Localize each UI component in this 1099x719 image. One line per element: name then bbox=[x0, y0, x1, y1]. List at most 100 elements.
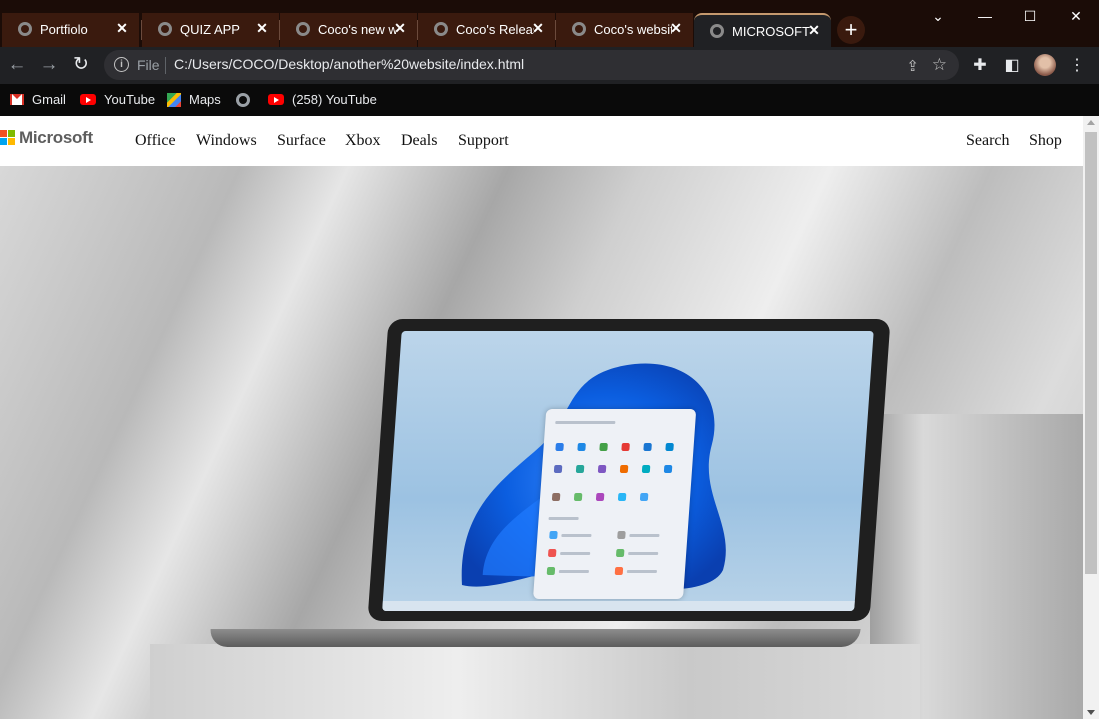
menu-line bbox=[629, 534, 660, 537]
close-tab-icon[interactable]: ✕ bbox=[805, 21, 823, 39]
app-tile bbox=[617, 531, 626, 539]
globe-icon bbox=[710, 24, 724, 38]
app-tile bbox=[595, 493, 605, 501]
tab-microsoft-website[interactable]: MICROSOFT Website ✕ bbox=[694, 13, 831, 49]
close-tab-icon[interactable]: ✕ bbox=[253, 19, 271, 37]
app-tile bbox=[597, 465, 607, 473]
menu-line bbox=[626, 570, 658, 573]
app-tile bbox=[577, 443, 586, 451]
extensions-puzzle-icon[interactable]: ✚ bbox=[970, 55, 990, 75]
side-panel-icon[interactable]: ◧ bbox=[1002, 55, 1022, 75]
share-icon[interactable]: ⇪ bbox=[906, 57, 919, 75]
app-tile bbox=[551, 493, 561, 501]
bookmark-label: Maps bbox=[189, 92, 221, 107]
app-tile bbox=[641, 465, 651, 473]
forward-arrow-icon[interactable]: → bbox=[37, 53, 61, 77]
app-tile bbox=[643, 443, 652, 451]
app-tile bbox=[615, 549, 625, 557]
nav-surface[interactable]: Surface bbox=[277, 132, 326, 150]
maximize-icon[interactable]: ☐ bbox=[1010, 4, 1050, 28]
tab-title: Portfiolo bbox=[40, 22, 88, 37]
page-scrollbar[interactable] bbox=[1083, 116, 1099, 719]
nav-shop[interactable]: Shop bbox=[1029, 132, 1062, 150]
tab-cocos-website[interactable]: Coco's website ✕ bbox=[556, 13, 693, 47]
url-scheme-label: File bbox=[137, 57, 160, 73]
nav-search[interactable]: Search bbox=[966, 132, 1010, 150]
tab-portfolio[interactable]: Portfiolo ✕ bbox=[2, 13, 139, 47]
site-header: Microsoft Office Windows Surface Xbox De… bbox=[0, 116, 1083, 166]
tab-title: Coco's website bbox=[594, 22, 672, 37]
tab-title: Coco's Release bbox=[456, 22, 534, 37]
nav-support[interactable]: Support bbox=[458, 132, 509, 150]
bookmarks-bar: Gmail YouTube Maps (258) YouTube bbox=[0, 84, 1099, 116]
bookmark-maps[interactable]: Maps bbox=[167, 90, 221, 110]
tab-title: MICROSOFT Website bbox=[732, 24, 810, 39]
laptop-base bbox=[209, 629, 861, 647]
app-tile bbox=[617, 493, 627, 501]
bookmark-globe[interactable] bbox=[236, 90, 258, 110]
logo-wordmark[interactable]: Microsoft bbox=[19, 128, 93, 148]
address-bar[interactable]: i File C:/Users/COCO/Desktop/another%20w… bbox=[104, 50, 959, 80]
tab-cocos-new-website[interactable]: Coco's new website ✕ bbox=[280, 13, 417, 47]
maps-icon bbox=[167, 92, 181, 107]
tab-title: Coco's new website bbox=[318, 22, 396, 37]
logo-square-green bbox=[8, 130, 15, 137]
bookmark-star-icon[interactable]: ☆ bbox=[932, 55, 947, 75]
app-tile bbox=[621, 443, 630, 451]
app-tile bbox=[639, 493, 649, 501]
profile-avatar[interactable] bbox=[1034, 54, 1056, 76]
close-tab-icon[interactable]: ✕ bbox=[529, 19, 547, 37]
menu-line bbox=[558, 570, 590, 573]
close-window-icon[interactable]: ✕ bbox=[1056, 4, 1096, 28]
logo-square-red bbox=[0, 130, 7, 137]
menu-line bbox=[628, 552, 659, 555]
bookmark-youtube-258[interactable]: (258) YouTube bbox=[268, 90, 377, 110]
tab-cocos-release[interactable]: Coco's Release ✕ bbox=[418, 13, 555, 47]
nav-office[interactable]: Office bbox=[135, 132, 176, 150]
app-tile bbox=[665, 443, 674, 451]
menu-line bbox=[548, 517, 579, 520]
bookmark-youtube[interactable]: YouTube bbox=[80, 90, 155, 110]
tab-strip: Portfiolo ✕ QUIZ APP ✕ Coco's new websit… bbox=[0, 0, 1099, 49]
start-menu-graphic bbox=[532, 409, 697, 599]
minimize-icon[interactable]: — bbox=[965, 4, 1005, 28]
gmail-icon bbox=[10, 94, 24, 106]
tab-title: QUIZ APP bbox=[180, 22, 240, 37]
globe-icon bbox=[236, 92, 250, 107]
reload-icon[interactable]: ↻ bbox=[69, 53, 93, 77]
url-text[interactable]: C:/Users/COCO/Desktop/another%20website/… bbox=[174, 56, 524, 72]
app-tile bbox=[663, 465, 673, 473]
bookmark-label: Gmail bbox=[32, 92, 66, 107]
nav-xbox[interactable]: Xbox bbox=[345, 132, 381, 150]
more-menu-icon[interactable]: ⋮ bbox=[1067, 55, 1087, 75]
tab-search-chevron-icon[interactable]: ⌄ bbox=[918, 4, 958, 28]
nav-windows[interactable]: Windows bbox=[196, 132, 257, 150]
browser-toolbar: ← → ↻ i File C:/Users/COCO/Desktop/anoth… bbox=[0, 47, 1099, 84]
app-tile bbox=[573, 493, 583, 501]
microsoft-logo-icon[interactable] bbox=[0, 130, 16, 146]
app-tile bbox=[575, 465, 585, 473]
globe-icon bbox=[296, 22, 310, 36]
new-tab-button[interactable]: + bbox=[837, 16, 865, 44]
nav-deals[interactable]: Deals bbox=[401, 132, 437, 150]
close-tab-icon[interactable]: ✕ bbox=[667, 19, 685, 37]
bookmark-label: YouTube bbox=[104, 92, 156, 107]
youtube-icon bbox=[80, 94, 96, 106]
menu-line bbox=[555, 421, 616, 424]
app-tile bbox=[555, 443, 564, 451]
close-tab-icon[interactable]: ✕ bbox=[391, 19, 409, 37]
logo-square-blue bbox=[0, 138, 7, 145]
close-tab-icon[interactable]: ✕ bbox=[113, 19, 131, 37]
info-icon[interactable]: i bbox=[114, 57, 129, 72]
back-arrow-icon[interactable]: ← bbox=[5, 53, 29, 77]
bookmark-gmail[interactable]: Gmail bbox=[10, 90, 66, 110]
scroll-up-arrow-icon[interactable] bbox=[1087, 120, 1095, 125]
tab-quiz-app[interactable]: QUIZ APP ✕ bbox=[142, 13, 279, 47]
hero-image bbox=[0, 166, 1083, 719]
scroll-thumb[interactable] bbox=[1085, 132, 1097, 574]
divider bbox=[165, 57, 166, 74]
logo-square-yellow bbox=[8, 138, 15, 145]
laptop-illustration bbox=[367, 319, 891, 621]
scroll-down-arrow-icon[interactable] bbox=[1087, 710, 1095, 715]
page-viewport: Microsoft Office Windows Surface Xbox De… bbox=[0, 116, 1083, 719]
